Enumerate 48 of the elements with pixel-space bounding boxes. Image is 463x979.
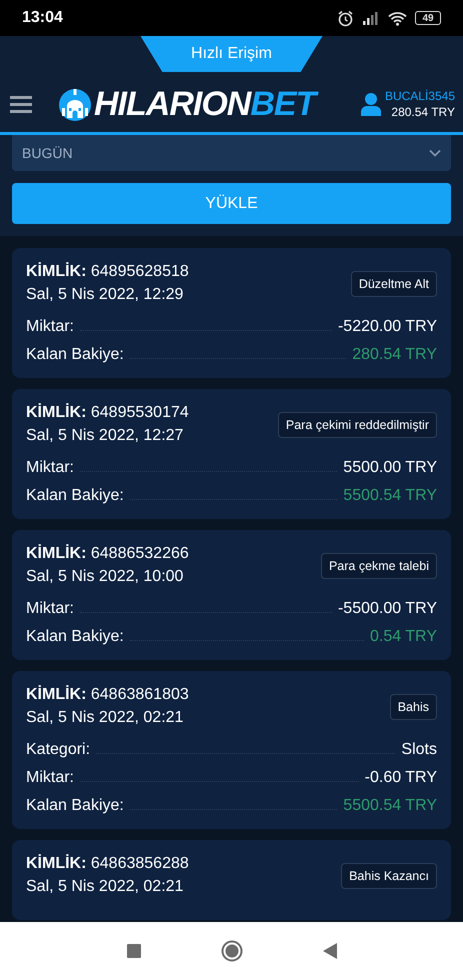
wifi-icon: [388, 10, 407, 26]
row-value: 5500.00 TRY: [343, 458, 437, 478]
username[interactable]: BUCALİ3545: [384, 88, 455, 104]
transaction-id: KİMLİK: 64863856288: [26, 854, 189, 874]
row-value: 280.54 TRY: [352, 345, 437, 365]
transaction-date: Sal, 5 Nis 2022, 02:21: [26, 708, 184, 728]
row-value: -5500.00 TRY: [338, 599, 437, 619]
row-value: -0.60 TRY: [364, 768, 437, 788]
row-label: Kalan Bakiye:: [26, 796, 124, 816]
recents-icon[interactable]: [126, 944, 140, 958]
row-label: Miktar:: [26, 317, 74, 337]
back-icon[interactable]: [322, 942, 336, 958]
clock: 13:04: [22, 9, 63, 27]
type-tag: Bahis Kazancı: [341, 862, 437, 888]
row-label: Miktar:: [26, 768, 74, 788]
balance-text: 280.54 TRY: [391, 104, 455, 120]
row-label: Kalan Bakiye:: [26, 627, 124, 647]
period-select[interactable]: BUGÜN: [12, 135, 451, 171]
row-value: -5220.00 TRY: [338, 317, 437, 337]
row-label: Kalan Bakiye:: [26, 345, 124, 365]
battery-icon: 49: [415, 11, 441, 25]
type-tag: Para çekimi reddedilmiştir: [278, 412, 437, 438]
alarm-icon: [337, 10, 354, 26]
type-tag: Bahis: [390, 694, 437, 720]
chevron-down-icon: [429, 149, 441, 157]
transaction-date: Sal, 5 Nis 2022, 12:29: [26, 285, 184, 305]
row-label: Miktar:: [26, 458, 74, 478]
row-value: Slots: [401, 740, 437, 760]
row-value: 0.54 TRY: [370, 627, 437, 647]
transaction-id: KİMLİK: 64886532266: [26, 544, 189, 564]
transaction-id: KİMLİK: 64863861803: [26, 685, 189, 705]
signal-icon: [362, 11, 380, 25]
row-label: Kalan Bakiye:: [26, 486, 124, 506]
transaction-date: Sal, 5 Nis 2022, 02:21: [26, 877, 184, 897]
transaction-id: KİMLİK: 64895628518: [26, 262, 189, 282]
row-label: Miktar:: [26, 599, 74, 619]
type-tag: Düzeltme Alt: [350, 270, 437, 296]
row-label: Kategori:: [26, 740, 90, 760]
row-value: 5500.54 TRY: [343, 486, 437, 506]
row-value: 5500.54 TRY: [343, 796, 437, 816]
transaction-date: Sal, 5 Nis 2022, 10:00: [26, 567, 184, 587]
menu-icon[interactable]: [10, 94, 32, 114]
user-icon[interactable]: [360, 92, 381, 116]
type-tag: Para çekme talebi: [320, 552, 437, 578]
transaction-id: KİMLİK: 64895530174: [26, 403, 189, 423]
transaction-date: Sal, 5 Nis 2022, 12:27: [26, 426, 184, 446]
mosque-icon: [58, 86, 92, 122]
home-icon[interactable]: [220, 940, 242, 962]
